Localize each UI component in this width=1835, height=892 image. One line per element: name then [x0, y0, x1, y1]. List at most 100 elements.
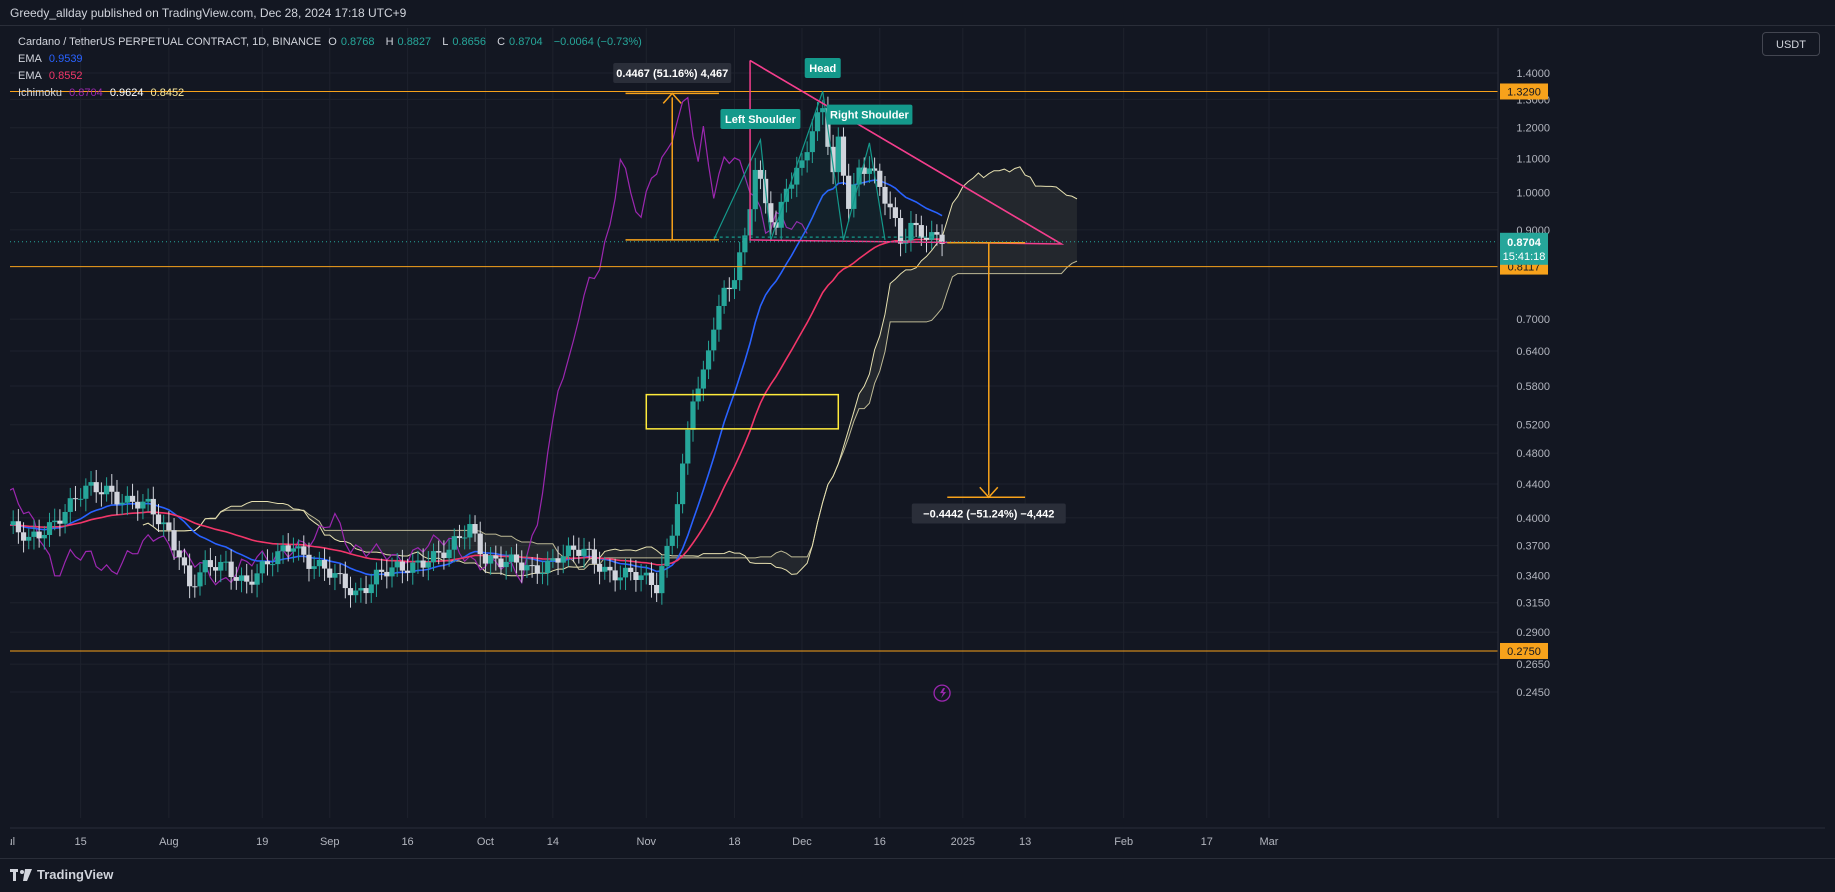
candle-body[interactable] [705, 350, 712, 370]
candle-body[interactable] [15, 521, 21, 533]
candle-body[interactable] [109, 485, 115, 492]
candle-body[interactable] [545, 560, 551, 574]
legend-ema-fast[interactable]: EMA 0.9539 [18, 51, 646, 68]
candle-body[interactable] [399, 561, 405, 571]
candle-body[interactable] [72, 498, 79, 500]
candle-body[interactable] [176, 550, 182, 558]
candle-body[interactable] [337, 573, 343, 575]
candle-body[interactable] [586, 548, 592, 550]
candle-body[interactable] [285, 545, 291, 552]
candle-body[interactable] [212, 567, 219, 571]
candle-body[interactable] [565, 545, 572, 557]
candle-body[interactable] [161, 522, 167, 525]
candle-body[interactable] [31, 531, 37, 537]
candle-body[interactable] [607, 566, 613, 571]
candle-body[interactable] [560, 556, 566, 563]
candle-body[interactable] [394, 561, 400, 568]
candle-body[interactable] [166, 522, 172, 531]
candle-body[interactable] [207, 560, 213, 568]
candle-body[interactable] [716, 305, 722, 330]
candle-body[interactable] [280, 545, 286, 552]
candle-body[interactable] [436, 551, 442, 553]
candle-body[interactable] [685, 429, 691, 464]
candle-body[interactable] [311, 566, 317, 569]
candle-body[interactable] [57, 520, 63, 524]
candle-body[interactable] [67, 498, 73, 512]
candle-body[interactable] [368, 584, 374, 594]
candle-body[interactable] [254, 573, 260, 585]
candle-body[interactable] [20, 532, 27, 541]
current-price-label[interactable]: 0.8704 [1507, 237, 1542, 249]
candle-body[interactable] [602, 566, 608, 572]
candle-body[interactable] [389, 567, 395, 577]
candle-body[interactable] [669, 535, 675, 546]
candle-body[interactable] [477, 533, 483, 555]
candle-body[interactable] [36, 531, 42, 539]
candle-body[interactable] [62, 511, 68, 524]
candle-body[interactable] [488, 555, 494, 564]
candle-body[interactable] [129, 495, 136, 502]
candle-body[interactable] [923, 237, 930, 240]
candle-body[interactable] [358, 588, 364, 591]
candle-body[interactable] [275, 551, 281, 565]
candle-body[interactable] [674, 504, 681, 536]
candle-body[interactable] [918, 225, 924, 238]
candle-body[interactable] [119, 502, 125, 505]
candle-body[interactable] [711, 329, 717, 351]
candle-body[interactable] [379, 569, 385, 572]
candle-body[interactable] [264, 561, 271, 565]
candle-body[interactable] [648, 572, 655, 586]
candle-body[interactable] [731, 280, 738, 290]
candle-body[interactable] [98, 492, 105, 495]
candle-body[interactable] [622, 567, 629, 578]
candle-body[interactable] [124, 495, 130, 503]
candle-body[interactable] [908, 222, 914, 241]
candle-body[interactable] [327, 568, 333, 578]
candle-body[interactable] [404, 570, 411, 573]
candle-body[interactable] [524, 565, 530, 571]
candle-body[interactable] [550, 558, 556, 561]
candle-body[interactable] [934, 232, 940, 235]
candle-body[interactable] [529, 565, 535, 567]
candle-body[interactable] [591, 549, 597, 564]
candle-body[interactable] [218, 561, 224, 571]
candle-body[interactable] [721, 287, 727, 306]
candle-body[interactable] [140, 501, 146, 509]
candle-body[interactable] [238, 575, 245, 581]
support-zone-box[interactable] [645, 393, 840, 430]
candle-body[interactable] [467, 524, 473, 538]
candle-body[interactable] [498, 558, 504, 568]
candle-body[interactable] [617, 577, 623, 581]
candle-body[interactable] [363, 588, 369, 594]
candle-body[interactable] [46, 522, 53, 535]
candle-body[interactable] [456, 536, 463, 539]
candle-body[interactable] [726, 287, 732, 290]
pattern-label-left-shoulder[interactable]: Left Shoulder [725, 114, 797, 126]
candle-body[interactable] [93, 482, 99, 493]
candle-body[interactable] [555, 558, 561, 563]
symbol-name[interactable]: Cardano / TetherUS PERPETUAL CONTRACT, 1… [18, 36, 321, 48]
candle-body[interactable] [441, 552, 447, 558]
candle-body[interactable] [342, 573, 348, 589]
candle-body[interactable] [103, 485, 110, 495]
candle-body[interactable] [181, 557, 188, 566]
candle-body[interactable] [420, 560, 426, 568]
candle-body[interactable] [244, 575, 250, 582]
candle-body[interactable] [425, 562, 431, 568]
candle-body[interactable] [233, 577, 239, 581]
candle-body[interactable] [877, 170, 883, 187]
candle-body[interactable] [503, 561, 509, 568]
candle-body[interactable] [384, 571, 390, 577]
candle-body[interactable] [628, 567, 634, 573]
candle-body[interactable] [249, 581, 255, 585]
candle-body[interactable] [664, 545, 670, 567]
candle-body[interactable] [513, 554, 520, 563]
candle-body[interactable] [114, 491, 120, 505]
candle-body[interactable] [519, 562, 525, 571]
candle-body[interactable] [223, 561, 229, 563]
candle-body[interactable] [700, 369, 706, 389]
candle-body[interactable] [353, 590, 359, 596]
candle-body[interactable] [913, 222, 919, 226]
candle-body[interactable] [52, 520, 58, 523]
candle-body[interactable] [306, 554, 312, 569]
